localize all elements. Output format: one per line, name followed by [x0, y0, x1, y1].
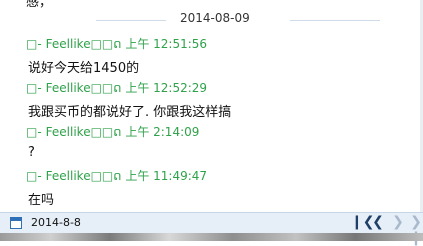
previous-message-text: 感，: [26, 0, 53, 10]
message-header: □- Feellike□□ດ 上午 11:49:47: [26, 167, 207, 184]
separator-line-left: [96, 20, 166, 21]
sender-name[interactable]: Feellike□□ດ: [46, 169, 122, 183]
message-header: □- Feellike□□ດ 上午 2:14:09: [26, 123, 199, 140]
current-date-label: 2014-8-8: [31, 216, 81, 229]
previous-page-button[interactable]: ❮: [371, 214, 385, 230]
message-time: 上午 12:52:29: [125, 81, 208, 95]
sender-name[interactable]: Feellike□□ດ: [46, 125, 122, 139]
message-text: 我跟买币的都说好了. 你跟我这样搞: [28, 105, 232, 120]
calendar-icon[interactable]: [10, 217, 22, 229]
last-page-button[interactable]: ❯❙: [409, 214, 423, 246]
contact-icon: □-: [26, 37, 42, 51]
sender-name[interactable]: Feellike□□ດ: [46, 81, 122, 95]
message-time: 上午 2:14:09: [125, 125, 200, 139]
message-header: □- Feellike□□ດ 上午 12:51:56: [26, 35, 207, 52]
next-page-button[interactable]: ❯: [391, 214, 405, 230]
message-text: 说好今天给1450的: [28, 61, 140, 76]
message-time: 上午 12:51:56: [125, 37, 208, 51]
chat-history-pane: 感， 2014-08-09 □- Feellike□□ດ 上午 12:51:56 说…: [0, 0, 423, 212]
message-header: □- Feellike□□ດ 上午 12:52:29: [26, 79, 207, 96]
date-separator: 2014-08-09: [0, 10, 423, 30]
contact-icon: □-: [26, 169, 42, 183]
date-separator-label: 2014-08-09: [180, 11, 250, 25]
separator-line-right: [290, 20, 380, 21]
history-footer-bar: 2014-8-8 ❙❮ ❮ ❯ ❯❙: [0, 212, 423, 246]
background-photo-strip: [0, 233, 423, 241]
contact-icon: □-: [26, 81, 42, 95]
sender-name[interactable]: Feellike□□ດ: [46, 37, 122, 51]
message-time: 上午 11:49:47: [125, 169, 208, 183]
first-page-button[interactable]: ❙❮: [351, 214, 374, 230]
contact-icon: □-: [26, 125, 42, 139]
message-text: ?: [28, 145, 35, 160]
message-text: 在吗: [28, 193, 55, 208]
